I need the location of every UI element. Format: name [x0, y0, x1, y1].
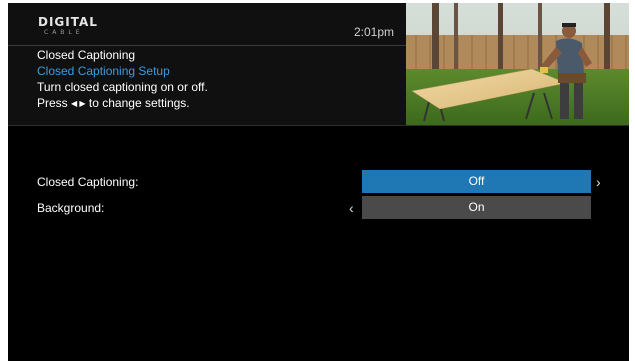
hint-suffix: to change settings. [88, 96, 190, 110]
brand-name: DIGITAL [38, 15, 98, 29]
video-preview-image [406, 3, 629, 125]
header-panel: DIGITAL CABLE 2:01pm Closed Captioning C… [8, 3, 406, 125]
brand-logo: DIGITAL CABLE [38, 16, 118, 36]
tv-screen: DIGITAL CABLE 2:01pm Closed Captioning C… [8, 3, 629, 361]
menu-info: Closed Captioning Closed Captioning Setu… [37, 47, 208, 112]
closed-captioning-label: Closed Captioning: [37, 175, 139, 189]
section-divider [8, 125, 629, 126]
background-label: Background: [37, 201, 105, 215]
brand-subtitle: CABLE [44, 29, 84, 36]
hint-prefix: Press [37, 96, 68, 110]
background-option[interactable]: On [362, 196, 591, 219]
chevron-right-icon[interactable]: › [596, 175, 601, 189]
left-right-arrows-icon: ◀ ▶ [71, 99, 86, 108]
menu-title: Closed Captioning [37, 48, 136, 62]
header-divider [8, 45, 406, 46]
video-preview [406, 3, 629, 125]
clock: 2:01pm [354, 25, 395, 39]
menu-hint: Press ◀ ▶ to change settings. [37, 95, 208, 112]
menu-instruction: Turn closed captioning on or off. [37, 80, 208, 94]
menu-subtitle: Closed Captioning Setup [37, 64, 170, 78]
chevron-left-icon[interactable]: ‹ [349, 201, 354, 215]
closed-captioning-option[interactable]: Off [362, 170, 591, 193]
